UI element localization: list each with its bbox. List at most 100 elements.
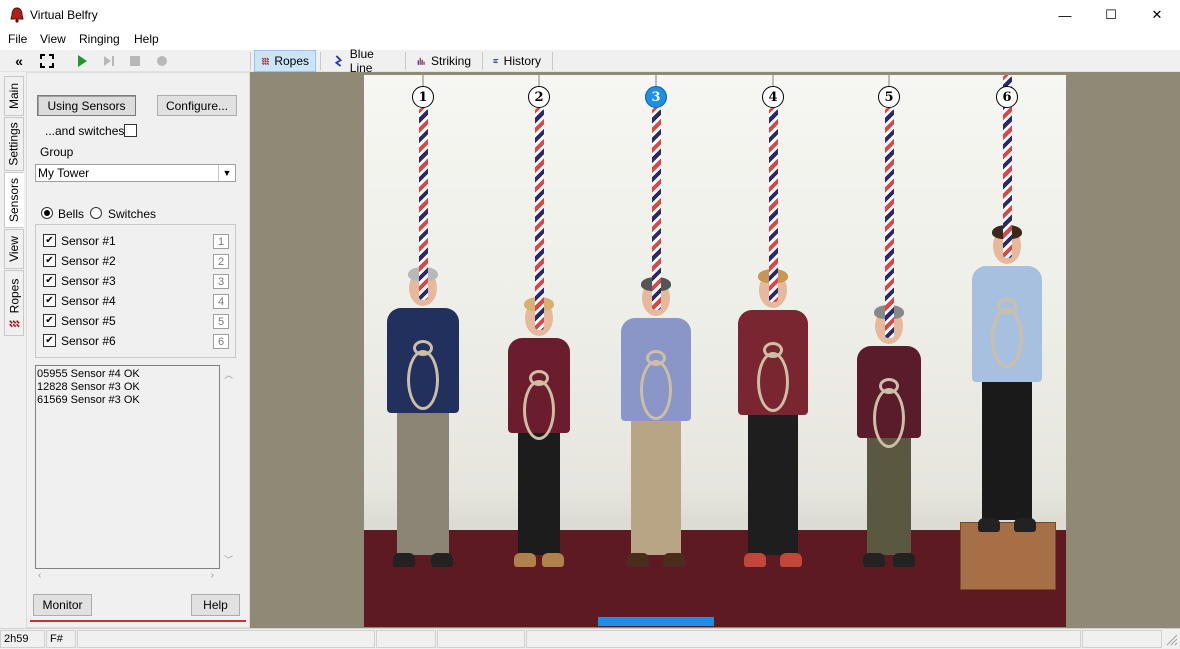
ringer-shoe	[663, 553, 685, 567]
panel-divider	[30, 620, 246, 622]
bell-number-badge[interactable]: 2	[528, 86, 550, 108]
rope-tail-loop	[640, 360, 672, 420]
rope-sally[interactable]	[652, 108, 661, 310]
menu-file[interactable]: File	[8, 32, 27, 46]
ringing-progress-bar	[598, 617, 714, 626]
side-tab-settings[interactable]: Settings	[4, 117, 24, 171]
side-tab-ropes-label: Ropes	[7, 278, 21, 314]
tab-history-label: History	[503, 54, 541, 68]
sensor-bell-number[interactable]: 5	[213, 314, 229, 329]
sensor-bell-number[interactable]: 6	[213, 334, 229, 349]
bell-number-badge[interactable]: 5	[878, 86, 900, 108]
side-tab-settings-label: Settings	[7, 122, 22, 166]
scroll-right-icon[interactable]: ›	[211, 570, 214, 581]
sensor-bell-number[interactable]: 2	[213, 254, 229, 269]
sensor-checkbox[interactable]: ✔	[43, 314, 56, 327]
ringer-legs	[748, 407, 798, 555]
menu-ringing[interactable]: Ringing	[79, 32, 120, 46]
rope-sally[interactable]	[885, 108, 894, 338]
log-horizontal-scrollbar[interactable]: ‹ ›	[35, 570, 220, 584]
collapse-panel-icon[interactable]: «	[10, 52, 28, 70]
bell-number-badge[interactable]: 6	[996, 86, 1018, 108]
switches-radio[interactable]	[90, 207, 102, 219]
scroll-up-icon[interactable]: ︿	[224, 368, 233, 381]
side-tab-main[interactable]: Main	[4, 76, 24, 116]
log-vertical-scrollbar[interactable]: ︿ ﹀	[221, 365, 236, 569]
scroll-down-icon[interactable]: ﹀	[224, 553, 233, 566]
play-icon[interactable]	[73, 52, 91, 70]
sensor-checkbox[interactable]: ✔	[43, 274, 56, 287]
ringer-legs	[397, 405, 449, 555]
toolbar-separator	[405, 52, 406, 70]
rope-sally[interactable]	[419, 108, 428, 300]
sensor-bell-number[interactable]: 3	[213, 274, 229, 289]
tab-blue-line-label: Blue Line	[349, 47, 374, 75]
history-icon	[493, 58, 499, 64]
and-switches-checkbox[interactable]	[124, 124, 137, 137]
status-cell-empty	[376, 630, 436, 648]
rope-tail-knot	[997, 298, 1017, 314]
step-forward-icon[interactable]	[100, 52, 118, 70]
rope-sally[interactable]	[535, 108, 544, 330]
menu-help[interactable]: Help	[134, 32, 159, 46]
rope-sally[interactable]	[769, 108, 778, 302]
resize-grip-icon[interactable]	[1164, 632, 1178, 646]
status-cell-empty	[77, 630, 375, 648]
tab-ropes[interactable]: Ropes	[254, 50, 316, 72]
striking-icon	[417, 57, 425, 65]
sensor-checkbox[interactable]: ✔	[43, 334, 56, 347]
radio-dot	[44, 210, 50, 216]
toolbar-separator	[552, 52, 553, 70]
group-select[interactable]: My Tower ▼	[35, 164, 236, 182]
log-line: 12828 Sensor #3 OK	[37, 381, 140, 393]
rope-tail-loop	[523, 380, 555, 440]
side-tab-view-label: View	[7, 236, 22, 262]
maximize-button[interactable]: ☐	[1088, 0, 1134, 30]
rope-tail-loop	[757, 352, 789, 412]
tab-striking[interactable]: Striking	[410, 50, 478, 72]
record-icon[interactable]	[153, 52, 171, 70]
bells-radio[interactable]	[41, 207, 53, 219]
tab-striking-label: Striking	[430, 54, 471, 68]
chevron-down-icon[interactable]: ▼	[218, 165, 235, 181]
title-bar	[0, 0, 1180, 30]
ringer-shoe	[978, 518, 1000, 532]
bell-number-badge[interactable]: 3	[645, 86, 667, 108]
using-sensors-button[interactable]: Using Sensors	[37, 95, 136, 116]
status-cell-empty	[526, 630, 1081, 648]
sensor-label: Sensor #3	[61, 274, 116, 288]
menu-view[interactable]: View	[40, 32, 66, 46]
minimize-button[interactable]: —	[1042, 0, 1088, 30]
scroll-left-icon[interactable]: ‹	[38, 570, 41, 581]
bell-number-badge[interactable]: 1	[412, 86, 434, 108]
group-select-value: My Tower	[38, 166, 90, 180]
sensor-bell-number[interactable]: 4	[213, 294, 229, 309]
tab-blue-line[interactable]: Blue Line	[326, 47, 399, 75]
log-line: 05955 Sensor #4 OK	[37, 368, 140, 380]
side-tab-ropes[interactable]: Ropes	[4, 270, 24, 336]
monitor-button[interactable]: Monitor	[33, 594, 92, 616]
sensor-checkbox[interactable]: ✔	[43, 234, 56, 247]
close-button[interactable]: ✕	[1134, 0, 1180, 30]
ropes-icon	[9, 320, 20, 328]
sensor-label: Sensor #5	[61, 314, 116, 328]
menu-bar	[0, 30, 1180, 50]
side-tab-sensors[interactable]: Sensors	[4, 172, 24, 228]
sensor-bell-number[interactable]: 1	[213, 234, 229, 249]
blue-line-icon	[334, 55, 343, 67]
sensor-checkbox[interactable]: ✔	[43, 294, 56, 307]
fullscreen-icon[interactable]	[38, 52, 56, 70]
side-tab-sensors-label: Sensors	[7, 177, 21, 223]
side-tab-view[interactable]: View	[4, 229, 24, 269]
status-key: F#	[46, 630, 76, 648]
log-line: 61569 Sensor #3 OK	[37, 394, 140, 406]
configure-button[interactable]: Configure...	[157, 95, 237, 116]
sensor-checkbox[interactable]: ✔	[43, 254, 56, 267]
toolbar-separator	[482, 52, 483, 70]
stop-icon[interactable]	[126, 52, 144, 70]
bell-number-badge[interactable]: 4	[762, 86, 784, 108]
ringer-shoe	[744, 553, 766, 567]
window-title: Virtual Belfry	[30, 8, 98, 22]
tab-history[interactable]: History	[486, 50, 548, 72]
help-button[interactable]: Help	[191, 594, 240, 616]
